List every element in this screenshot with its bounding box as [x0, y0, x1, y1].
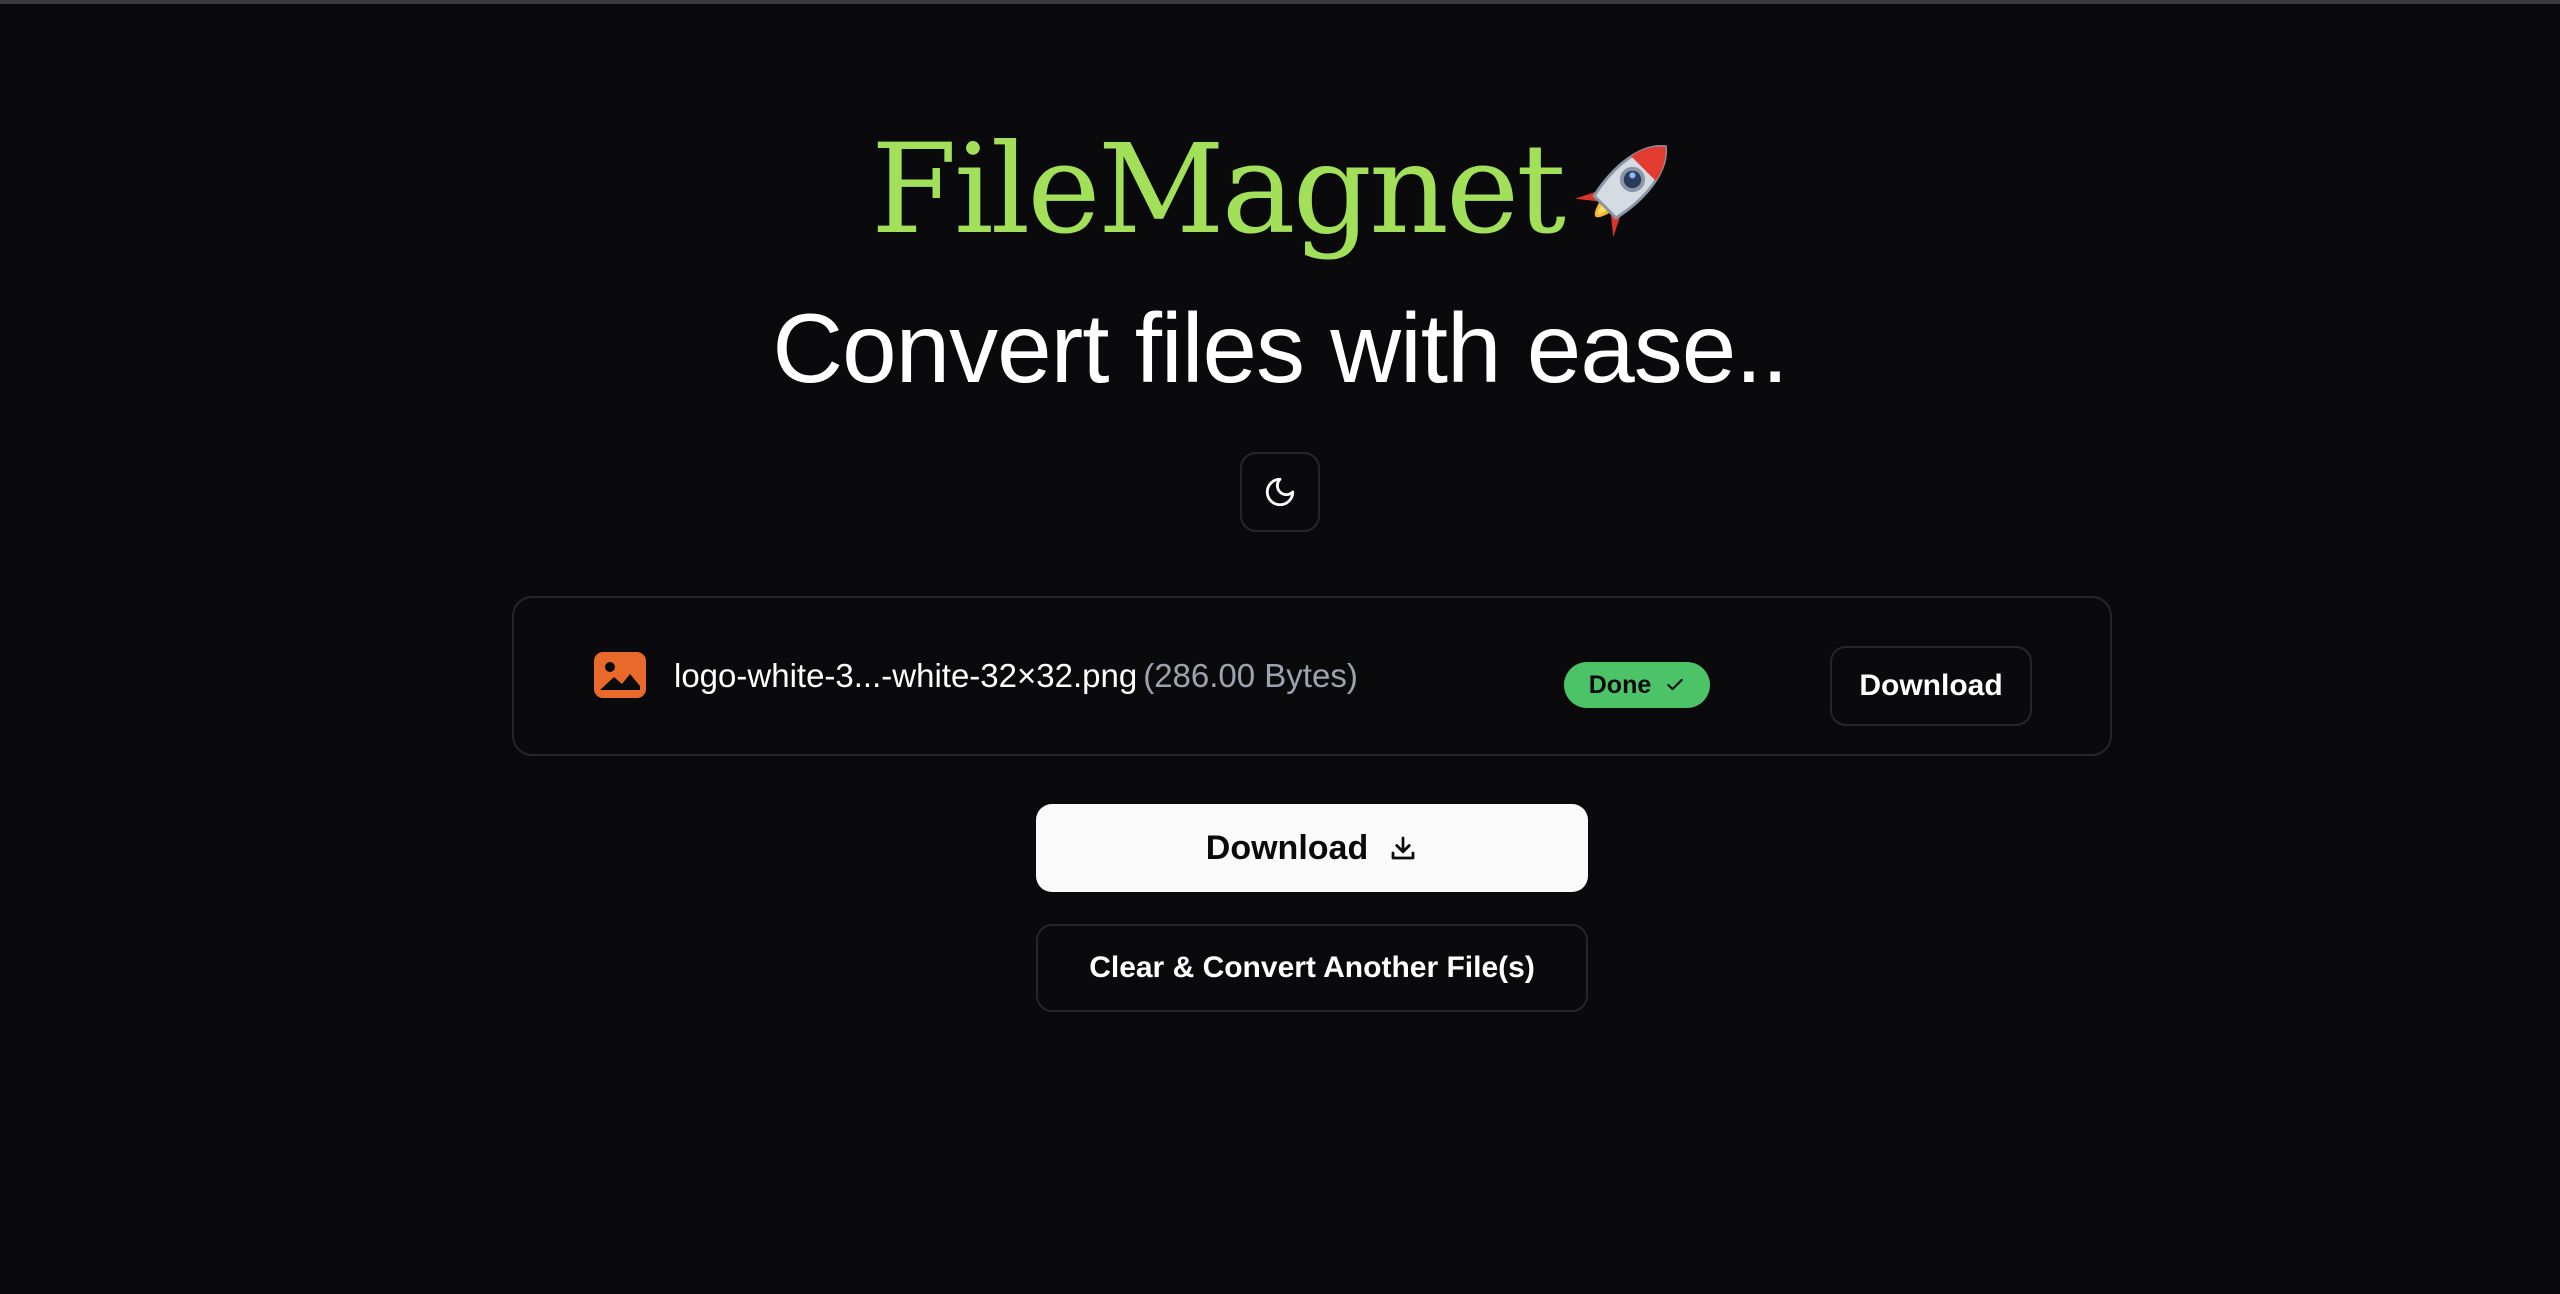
theme-toggle-button[interactable] — [1240, 452, 1320, 532]
download-icon — [1391, 836, 1415, 860]
download-all-button[interactable]: Download — [1036, 804, 1588, 892]
file-name: logo-white-3...-white-32×32.png (286.00 B… — [674, 656, 1358, 696]
rocket-icon — [1574, 145, 1667, 238]
file-list-item: logo-white-3...-white-32×32.png (286.00 B… — [512, 596, 2112, 756]
status-text: Done — [1588, 670, 1652, 699]
file-size: (286.00 Bytes) — [1143, 657, 1358, 694]
page-tagline: Convert files with ease.. — [772, 293, 1788, 403]
check-icon — [1667, 678, 1683, 691]
brand-header: FileMagnet — [0, 120, 2560, 260]
file-name-text: logo-white-3...-white-32×32.png — [674, 657, 1138, 694]
moon-icon — [1265, 477, 1295, 507]
brand-logo-text: FileMagnet — [870, 118, 1566, 262]
file-download-button[interactable]: Download — [1830, 646, 2032, 726]
clear-convert-button[interactable]: Clear & Convert Another File(s) — [1036, 924, 1588, 1012]
image-icon — [594, 652, 646, 698]
download-all-label: Download — [1205, 828, 1369, 867]
status-badge: Done — [1564, 662, 1710, 708]
window-top-border — [0, 0, 2560, 4]
